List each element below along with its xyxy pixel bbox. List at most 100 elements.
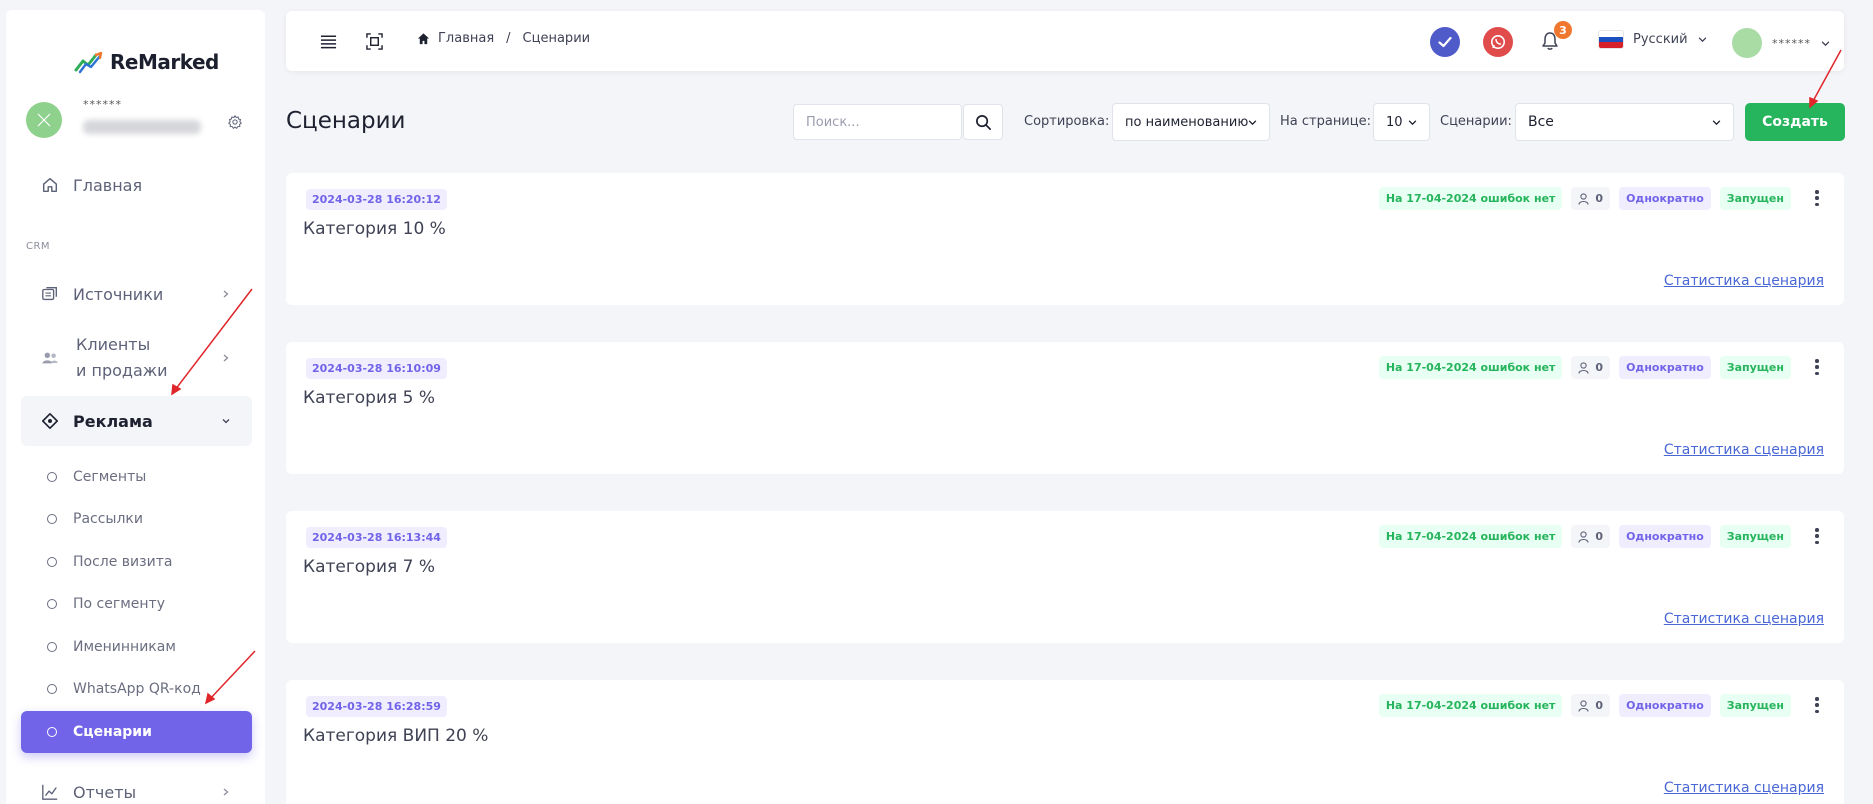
whatsapp-button[interactable]	[1483, 27, 1513, 57]
scenario-title[interactable]: Категория 7 %	[303, 557, 435, 577]
scenario-title[interactable]: Категория 10 %	[303, 219, 446, 239]
logo-text: ReMarked	[110, 50, 219, 74]
scenarios-filter-select[interactable]: Все	[1515, 103, 1734, 141]
chevron-down-icon	[1698, 37, 1706, 43]
bullet-icon	[47, 727, 57, 737]
section-label-crm: CRM	[26, 241, 51, 252]
created-date-badge: 2024-03-28 16:20:12	[306, 189, 447, 210]
per-page-label: На странице:	[1280, 114, 1371, 129]
status-badges: На 17-04-2024 ошибок нет 0 Однократно Запущ…	[1378, 356, 1791, 379]
sidebar-item-label: Главная	[73, 175, 143, 195]
bullet-icon	[47, 599, 57, 609]
submenu-item-label: WhatsApp QR-код	[73, 681, 201, 697]
chevron-down-icon	[1712, 119, 1721, 125]
submenu-item[interactable]: Именинникам	[21, 626, 252, 668]
breadcrumb: Главная / Сценарии	[417, 31, 590, 46]
chevron-down-icon	[222, 419, 230, 424]
scenario-title[interactable]: Категория ВИП 20 %	[303, 726, 488, 746]
home-icon	[42, 177, 58, 193]
bullet-icon	[47, 684, 57, 694]
sort-value: по наименованию	[1125, 114, 1249, 130]
scenario-title[interactable]: Категория 5 %	[303, 388, 435, 408]
created-date-badge: 2024-03-28 16:13:44	[306, 527, 447, 548]
logo[interactable]: ReMarked	[74, 50, 219, 74]
users-icon	[42, 352, 58, 364]
submenu-item-label: По сегменту	[73, 596, 165, 612]
submenu-item-label: После визита	[73, 554, 173, 570]
sidebar-item-sources[interactable]: Источники	[21, 274, 252, 314]
status-badges: На 17-04-2024 ошибок нет 0 Однократно Запущ…	[1378, 694, 1791, 717]
scenario-card: 2024-03-28 16:10:09 Категория 5 % На 17-04…	[286, 342, 1844, 474]
users-count: 0	[1595, 699, 1604, 712]
language-label: Русский	[1633, 32, 1688, 47]
avatar	[1732, 28, 1762, 58]
sidebar-item-home[interactable]: Главная	[21, 165, 252, 205]
more-options-icon[interactable]	[1815, 190, 1819, 206]
users-count: 0	[1595, 192, 1604, 205]
logo-chart-icon	[74, 51, 103, 74]
tasks-button[interactable]	[1430, 27, 1460, 57]
topbar: Главная / Сценарии 3 Русский ******	[286, 11, 1844, 71]
user-icon	[1578, 361, 1589, 374]
russia-flag-icon	[1599, 31, 1623, 48]
chevron-right-icon	[223, 290, 229, 298]
user-icon	[1578, 530, 1589, 543]
scenario-card: 2024-03-28 16:13:44 Категория 7 % На 17-04…	[286, 511, 1844, 643]
per-page-select[interactable]: 10	[1373, 103, 1430, 141]
sidebar-item-label: Отчеты	[73, 782, 137, 802]
sidebar-profile: ******	[26, 90, 251, 150]
language-selector[interactable]: Русский	[1599, 31, 1707, 48]
scenario-stats-link[interactable]: Статистика сценария	[1664, 442, 1824, 458]
scenario-card: 2024-03-28 16:20:12 Категория 10 % На 17-0…	[286, 173, 1844, 305]
submenu-item-label: Именинникам	[73, 639, 176, 655]
avatar[interactable]	[26, 102, 62, 138]
fullscreen-icon[interactable]	[366, 33, 383, 50]
avatar-placeholder-icon	[37, 113, 51, 127]
submenu-item[interactable]: Сценарии	[21, 711, 252, 753]
chevron-down-icon	[1248, 119, 1257, 125]
target-icon	[41, 412, 59, 430]
search-button[interactable]	[963, 104, 1003, 140]
hamburger-menu-icon[interactable]	[320, 33, 337, 50]
errors-badge: На 17-04-2024 ошибок нет	[1378, 356, 1563, 379]
scenarios-filter-value: Все	[1528, 114, 1554, 130]
submenu-item[interactable]: После визита	[21, 541, 252, 583]
home-icon[interactable]	[417, 32, 430, 45]
create-button[interactable]: Создать	[1745, 103, 1845, 141]
sort-select[interactable]: по наименованию	[1112, 103, 1270, 141]
users-count: 0	[1595, 361, 1604, 374]
more-options-icon[interactable]	[1815, 528, 1819, 544]
scenario-stats-link[interactable]: Статистика сценария	[1664, 611, 1824, 627]
users-count-badge: 0	[1571, 694, 1611, 717]
gear-icon[interactable]	[227, 114, 243, 130]
breadcrumb-current: Сценарии	[522, 31, 591, 46]
scenario-stats-link[interactable]: Статистика сценария	[1664, 780, 1824, 796]
submenu-item-label: Рассылки	[73, 511, 143, 527]
sidebar-item-ads[interactable]: Реклама	[21, 396, 252, 446]
submenu-item[interactable]: Сегменты	[21, 456, 252, 498]
users-count-badge: 0	[1571, 525, 1611, 548]
status-badge: Запущен	[1719, 187, 1791, 210]
bullet-icon	[47, 514, 57, 524]
profile-subtitle-blurred	[83, 120, 201, 134]
submenu-item[interactable]: Рассылки	[21, 498, 252, 540]
sidebar-item-clients[interactable]: Клиенты и продажи	[21, 330, 252, 386]
scenario-stats-link[interactable]: Статистика сценария	[1664, 273, 1824, 289]
more-options-icon[interactable]	[1815, 697, 1819, 713]
frequency-badge: Однократно	[1619, 187, 1711, 210]
submenu-item[interactable]: WhatsApp QR-код	[21, 668, 252, 710]
breadcrumb-separator: /	[506, 31, 511, 46]
per-page-value: 10	[1386, 114, 1403, 130]
more-options-icon[interactable]	[1815, 359, 1819, 375]
users-count-badge: 0	[1571, 356, 1611, 379]
frequency-badge: Однократно	[1619, 525, 1711, 548]
scenarios-filter-label: Сценарии:	[1440, 114, 1512, 129]
breadcrumb-home[interactable]: Главная	[438, 31, 494, 46]
user-icon	[1578, 192, 1589, 205]
user-menu[interactable]: ******	[1732, 28, 1830, 58]
bullet-icon	[47, 472, 57, 482]
search-input[interactable]: Поиск...	[793, 104, 962, 140]
status-badge: Запущен	[1719, 356, 1791, 379]
submenu-item[interactable]: По сегменту	[21, 583, 252, 625]
sidebar-item-reports[interactable]: Отчеты	[21, 772, 252, 804]
